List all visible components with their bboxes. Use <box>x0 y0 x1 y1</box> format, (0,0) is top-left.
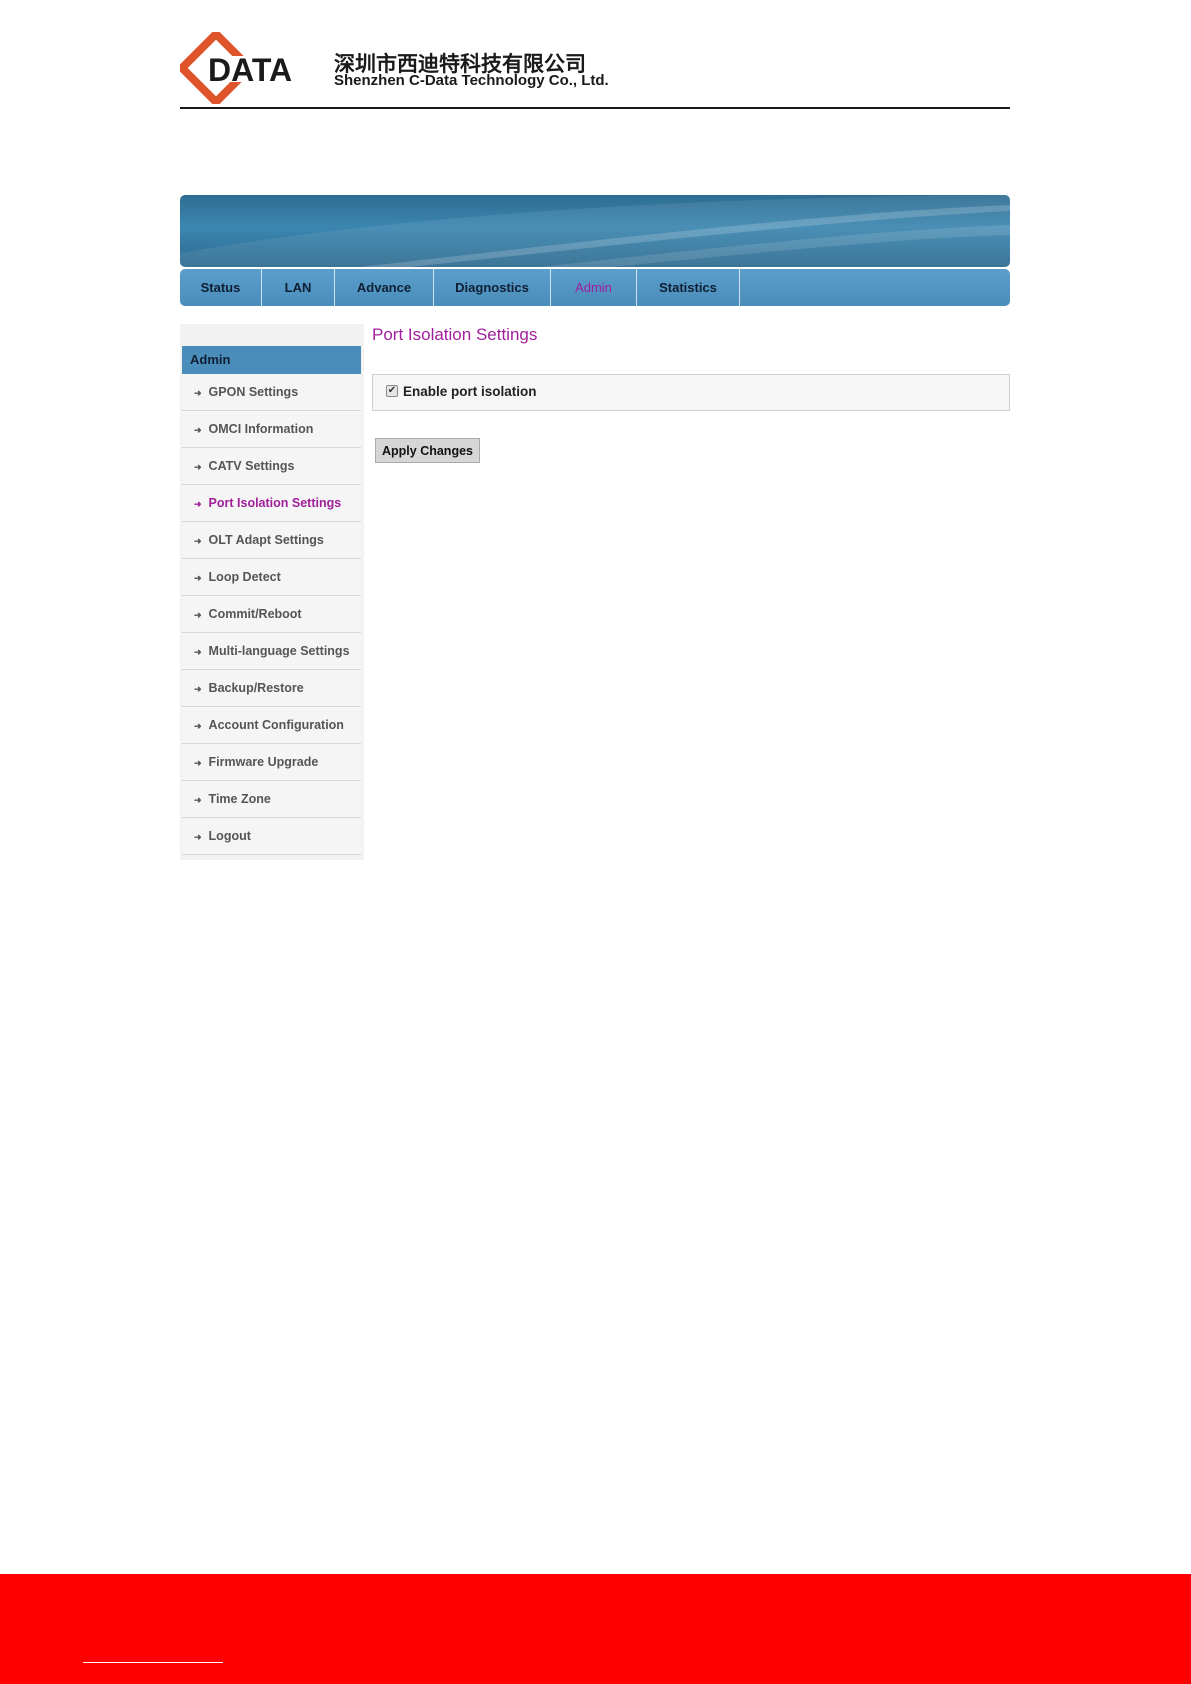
chevron-right-icon: ➜ <box>194 499 202 509</box>
sidebar-item-label: Port Isolation Settings <box>208 496 342 510</box>
sidebar-item-account-configuration[interactable]: ➜ Account Configuration <box>182 707 361 744</box>
page-title: Port Isolation Settings <box>372 325 538 344</box>
footer-band <box>0 1574 1191 1684</box>
sidebar-item-catv-settings[interactable]: ➜ CATV Settings <box>182 448 361 485</box>
chevron-right-icon: ➜ <box>194 610 202 620</box>
chevron-right-icon: ➜ <box>194 388 202 398</box>
logo-wordmark: DATA <box>208 52 292 88</box>
sidebar-item-label: Commit/Reboot <box>208 607 302 621</box>
sidebar-item-label: Multi-language Settings <box>208 644 350 658</box>
company-logo: DATA 深圳市西迪特科技有限公司 Shenzhen C-Data Techno… <box>180 32 609 104</box>
apply-changes-button[interactable]: Apply Changes <box>375 438 480 463</box>
sidebar-item-firmware-upgrade[interactable]: ➜ Firmware Upgrade <box>182 744 361 781</box>
sidebar-header: Admin <box>182 346 361 374</box>
sidebar-item-omci-information[interactable]: ➜ OMCI Information <box>182 411 361 448</box>
chevron-right-icon: ➜ <box>194 684 202 694</box>
logo-mark: DATA <box>180 32 330 104</box>
sidebar-item-backup-restore[interactable]: ➜ Backup/Restore <box>182 670 361 707</box>
chevron-right-icon: ➜ <box>194 536 202 546</box>
sidebar-item-label: CATV Settings <box>208 459 295 473</box>
sidebar-item-loop-detect[interactable]: ➜ Loop Detect <box>182 559 361 596</box>
sidebar-item-port-isolation-settings[interactable]: ➜ Port Isolation Settings <box>182 485 361 522</box>
sidebar-item-label: OLT Adapt Settings <box>208 533 324 547</box>
sidebar-item-label: Backup/Restore <box>208 681 304 695</box>
sidebar-item-gpon-settings[interactable]: ➜ GPON Settings <box>182 374 361 411</box>
sidebar-item-label: Account Configuration <box>208 718 344 732</box>
sidebar: Admin ➜ GPON Settings ➜ OMCI Information ➜… <box>180 324 364 860</box>
sidebar-item-time-zone[interactable]: ➜ Time Zone <box>182 781 361 818</box>
sidebar-item-commit-reboot[interactable]: ➜ Commit/Reboot <box>182 596 361 633</box>
sidebar-item-label: Firmware Upgrade <box>208 755 319 769</box>
enable-port-isolation-label: Enable port isolation <box>403 384 537 399</box>
tab-lan[interactable]: LAN <box>262 269 335 306</box>
chevron-right-icon: ➜ <box>194 758 202 768</box>
top-nav: Status LAN Advance Diagnostics Admin Sta… <box>180 269 1010 306</box>
tab-advance[interactable]: Advance <box>335 269 434 306</box>
footer-line <box>83 1662 223 1663</box>
chevron-right-icon: ➜ <box>194 425 202 435</box>
chevron-right-icon: ➜ <box>194 647 202 657</box>
sidebar-item-label: Time Zone <box>208 792 271 806</box>
chevron-right-icon: ➜ <box>194 721 202 731</box>
tab-statistics[interactable]: Statistics <box>637 269 740 306</box>
chevron-right-icon: ➜ <box>194 832 202 842</box>
port-isolation-option: ✔ Enable port isolation <box>372 374 1010 411</box>
chevron-right-icon: ➜ <box>194 795 202 805</box>
sidebar-item-label: Loop Detect <box>208 570 281 584</box>
sidebar-item-logout[interactable]: ➜ Logout <box>182 818 361 855</box>
tab-diagnostics[interactable]: Diagnostics <box>434 269 551 306</box>
tab-status[interactable]: Status <box>180 269 262 306</box>
sidebar-item-label: OMCI Information <box>208 422 314 436</box>
sidebar-item-multi-language-settings[interactable]: ➜ Multi-language Settings <box>182 633 361 670</box>
header-divider <box>180 107 1010 109</box>
sidebar-item-label: GPON Settings <box>208 385 299 399</box>
company-name-en: Shenzhen C-Data Technology Co., Ltd. <box>334 72 609 89</box>
tab-admin[interactable]: Admin <box>551 269 637 306</box>
chevron-right-icon: ➜ <box>194 462 202 472</box>
ui-banner <box>180 195 1010 267</box>
chevron-right-icon: ➜ <box>194 573 202 583</box>
enable-port-isolation-checkbox[interactable]: ✔ <box>386 385 398 397</box>
sidebar-item-olt-adapt-settings[interactable]: ➜ OLT Adapt Settings <box>182 522 361 559</box>
sidebar-item-label: Logout <box>208 829 251 843</box>
